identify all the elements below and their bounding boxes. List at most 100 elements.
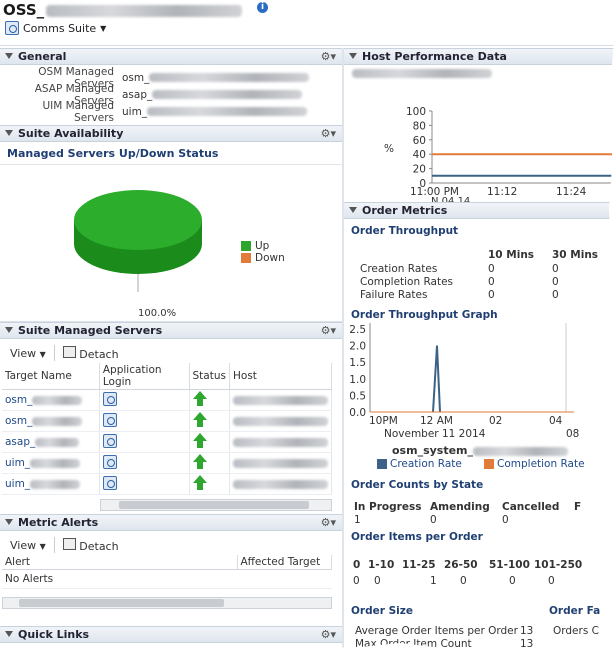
info-icon[interactable]: i [257, 2, 268, 13]
metric-value: 0 [488, 263, 495, 275]
collapse-icon[interactable] [5, 53, 13, 59]
metric-value: 0 [488, 276, 495, 288]
y-tick-label: 20 [413, 164, 426, 176]
state-value: 0 [502, 514, 509, 526]
metric-value: 0 [488, 289, 495, 301]
column-divider [342, 48, 344, 657]
alerts-panel: View ▼ Detach Alert Affected Target No Al… [0, 531, 342, 626]
page-header: OSS_ i Comms Suite ▼ [0, 0, 616, 46]
detach-button[interactable]: Detach [62, 537, 119, 553]
column-header[interactable]: Status [189, 363, 231, 390]
y-tick-label: 0.0 [349, 407, 366, 419]
table-row[interactable]: uim_ [2, 452, 332, 474]
detach-icon [62, 345, 76, 358]
gear-icon[interactable]: ⚙▾ [321, 126, 336, 141]
status-up-icon [192, 433, 207, 448]
metric-value: 0 [552, 263, 559, 275]
bucket-label: 26-50 [444, 559, 478, 571]
column-header[interactable]: Host [229, 363, 332, 390]
table-row[interactable]: osm_ [2, 410, 332, 432]
login-icon[interactable] [102, 412, 117, 427]
view-menu[interactable]: View ▼ [10, 539, 46, 552]
status-up-icon [192, 412, 207, 427]
alerts-toolbar: View ▼ Detach [0, 531, 342, 555]
column-header[interactable]: Affected Target [237, 555, 332, 570]
alerts-panel-header[interactable]: Metric Alerts ⚙▾ [0, 514, 342, 531]
comms-suite-menu[interactable]: Comms Suite ▼ [5, 21, 106, 35]
login-icon[interactable] [102, 433, 117, 448]
availability-panel-header[interactable]: Suite Availability ⚙▾ [0, 125, 342, 142]
target-name-link[interactable]: asap_ [5, 436, 35, 448]
metric-value: 0 [552, 276, 559, 288]
bucket-label: 0 [353, 559, 361, 571]
order-metrics-panel-header[interactable]: Order Metrics [344, 202, 616, 219]
legend-swatch [484, 459, 494, 469]
collapse-icon[interactable] [5, 130, 13, 136]
collapse-icon[interactable] [349, 207, 357, 213]
right-column: Host Performance Data % 100 80 60 40 20 0 11:… [344, 48, 616, 659]
status-up-icon [192, 391, 207, 406]
state-label: F [574, 501, 582, 513]
detach-button[interactable]: Detach [62, 345, 119, 361]
metric-value: 0 [552, 289, 559, 301]
bucket-label: 101-250 [534, 559, 583, 571]
table-row[interactable]: uim_ [2, 473, 332, 495]
metric-label: Creation Rates [360, 263, 438, 275]
target-name-link[interactable]: osm_ [5, 415, 32, 427]
horizontal-scrollbar[interactable] [100, 499, 332, 511]
legend-swatch [241, 253, 251, 263]
y-tick-label: 1.0 [349, 374, 366, 386]
target-name-link[interactable]: osm_ [5, 394, 32, 406]
x-tick-label: 11:24 [556, 186, 587, 198]
metric-label: Completion Rates [360, 276, 454, 288]
legend-down: Down [241, 252, 285, 264]
status-up-icon [192, 475, 207, 490]
torn-edge-right [609, 0, 616, 657]
series-creation-rate [432, 345, 441, 413]
login-icon[interactable] [102, 391, 117, 406]
collapse-icon[interactable] [5, 327, 13, 333]
column-header[interactable]: Alert [2, 555, 238, 570]
table-row[interactable]: osm_ [2, 389, 332, 411]
bucket-label: 51-100 [489, 559, 530, 571]
view-menu[interactable]: View ▼ [10, 347, 46, 360]
host-perf-panel-header[interactable]: Host Performance Data [344, 48, 616, 65]
legend-up: Up [241, 240, 269, 252]
legend-completion: Completion Rate [484, 458, 585, 470]
status-up-icon [192, 454, 207, 469]
gear-icon[interactable]: ⚙▾ [321, 49, 336, 64]
x-tick-label: 02 [489, 415, 503, 427]
x-tick-label: 04 [549, 415, 563, 427]
y-tick-label: 80 [413, 120, 426, 132]
column-header[interactable]: Target Name [2, 363, 100, 390]
target-name-link[interactable]: uim_ [5, 457, 30, 469]
bucket-value: 0 [509, 575, 516, 587]
y-tick-label: 60 [413, 135, 426, 147]
items-per-order-title: Order Items per Order [351, 531, 483, 543]
availability-pie-chart [74, 190, 202, 292]
collapse-icon[interactable] [349, 53, 357, 59]
gear-icon[interactable]: ⚙▾ [321, 323, 336, 338]
login-icon[interactable] [102, 454, 117, 469]
servers-panel-header[interactable]: Suite Managed Servers ⚙▾ [0, 322, 342, 339]
state-value: 1 [354, 514, 361, 526]
table-row[interactable]: asap_ [2, 431, 332, 453]
collapse-icon[interactable] [5, 519, 13, 525]
servers-panel: View ▼ Detach Target Name Application Lo… [0, 339, 342, 514]
legend-creation: Creation Rate [377, 458, 462, 470]
horizontal-scrollbar[interactable] [2, 597, 332, 609]
x-tick-label: 11:12 [487, 186, 518, 198]
gear-icon[interactable]: ⚙▾ [321, 515, 336, 530]
availability-subtitle: Managed Servers Up/Down Status [7, 147, 219, 160]
col-header: 30 Mins [552, 249, 599, 261]
order-size-title: Order Size [351, 605, 413, 617]
empty-message: No Alerts [2, 569, 332, 589]
column-header[interactable]: Application Login [99, 363, 190, 390]
state-label: Cancelled [502, 501, 560, 513]
general-panel-header[interactable]: General ⚙▾ [0, 48, 342, 65]
login-icon[interactable] [102, 475, 117, 490]
host-perf-panel: % 100806040200 11:00 PM 11:12 11:24 N 04… [344, 65, 616, 207]
bucket-value: 1 [430, 575, 437, 587]
target-name-link[interactable]: uim_ [5, 478, 30, 490]
y-tick-label: 2.5 [349, 324, 366, 336]
